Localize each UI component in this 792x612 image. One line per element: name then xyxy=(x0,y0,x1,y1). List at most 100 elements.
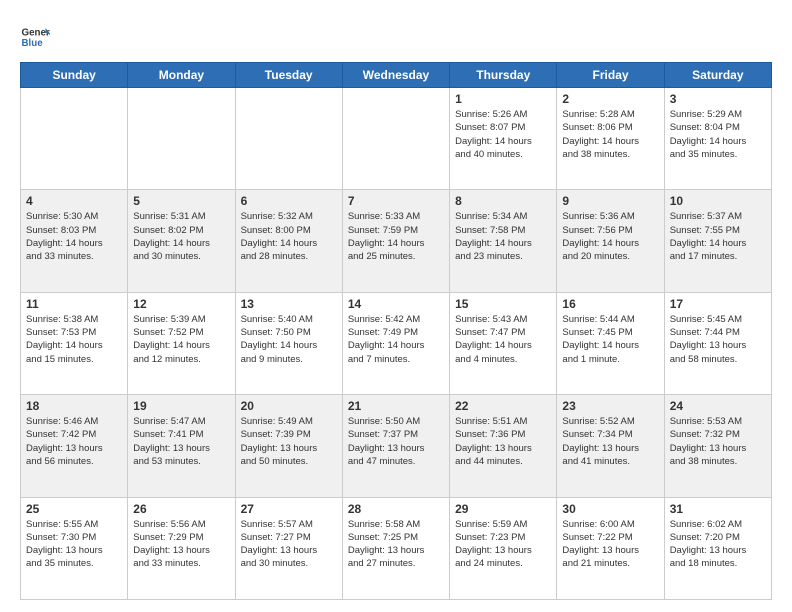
week-row-2: 4 Sunrise: 5:30 AMSunset: 8:03 PMDaylight… xyxy=(21,190,772,292)
day-number: 18 xyxy=(26,399,122,413)
header-row: SundayMondayTuesdayWednesdayThursdayFrid… xyxy=(21,63,772,88)
day-number: 17 xyxy=(670,297,766,311)
day-number: 23 xyxy=(562,399,658,413)
day-cell-2: 2 Sunrise: 5:28 AMSunset: 8:06 PMDaylight… xyxy=(557,88,664,190)
svg-text:Blue: Blue xyxy=(22,38,44,49)
day-number: 24 xyxy=(670,399,766,413)
day-info: Sunrise: 5:53 AMSunset: 7:32 PMDaylight:… xyxy=(670,415,766,468)
day-info: Sunrise: 5:34 AMSunset: 7:58 PMDaylight:… xyxy=(455,210,551,263)
day-info: Sunrise: 6:00 AMSunset: 7:22 PMDaylight:… xyxy=(562,518,658,571)
day-number: 26 xyxy=(133,502,229,516)
day-number: 2 xyxy=(562,92,658,106)
day-cell-27: 27 Sunrise: 5:57 AMSunset: 7:27 PMDayligh… xyxy=(235,497,342,599)
day-cell-14: 14 Sunrise: 5:42 AMSunset: 7:49 PMDayligh… xyxy=(342,292,449,394)
day-info: Sunrise: 5:50 AMSunset: 7:37 PMDaylight:… xyxy=(348,415,444,468)
day-number: 1 xyxy=(455,92,551,106)
day-cell-23: 23 Sunrise: 5:52 AMSunset: 7:34 PMDayligh… xyxy=(557,395,664,497)
day-cell-9: 9 Sunrise: 5:36 AMSunset: 7:56 PMDaylight… xyxy=(557,190,664,292)
day-cell-26: 26 Sunrise: 5:56 AMSunset: 7:29 PMDayligh… xyxy=(128,497,235,599)
empty-cell xyxy=(235,88,342,190)
day-info: Sunrise: 5:43 AMSunset: 7:47 PMDaylight:… xyxy=(455,313,551,366)
day-info: Sunrise: 5:57 AMSunset: 7:27 PMDaylight:… xyxy=(241,518,337,571)
day-number: 21 xyxy=(348,399,444,413)
day-number: 12 xyxy=(133,297,229,311)
day-info: Sunrise: 5:39 AMSunset: 7:52 PMDaylight:… xyxy=(133,313,229,366)
day-header-friday: Friday xyxy=(557,63,664,88)
day-cell-10: 10Sunrise: 5:37 AMSunset: 7:55 PMDayligh… xyxy=(664,190,771,292)
page: General Blue SundayMondayTuesdayWednesda… xyxy=(0,0,792,612)
empty-cell xyxy=(128,88,235,190)
week-row-4: 18 Sunrise: 5:46 AMSunset: 7:42 PMDayligh… xyxy=(21,395,772,497)
day-info: Sunrise: 5:52 AMSunset: 7:34 PMDaylight:… xyxy=(562,415,658,468)
day-cell-8: 8 Sunrise: 5:34 AMSunset: 7:58 PMDaylight… xyxy=(450,190,557,292)
day-cell-21: 21 Sunrise: 5:50 AMSunset: 7:37 PMDayligh… xyxy=(342,395,449,497)
day-number: 6 xyxy=(241,194,337,208)
day-info: Sunrise: 5:51 AMSunset: 7:36 PMDaylight:… xyxy=(455,415,551,468)
day-cell-1: 1 Sunrise: 5:26 AMSunset: 8:07 PMDaylight… xyxy=(450,88,557,190)
day-cell-22: 22 Sunrise: 5:51 AMSunset: 7:36 PMDayligh… xyxy=(450,395,557,497)
day-number: 20 xyxy=(241,399,337,413)
day-cell-5: 5 Sunrise: 5:31 AMSunset: 8:02 PMDaylight… xyxy=(128,190,235,292)
day-info: Sunrise: 5:59 AMSunset: 7:23 PMDaylight:… xyxy=(455,518,551,571)
day-cell-31: 31 Sunrise: 6:02 AMSunset: 7:20 PMDayligh… xyxy=(664,497,771,599)
calendar-table: SundayMondayTuesdayWednesdayThursdayFrid… xyxy=(20,62,772,600)
day-number: 31 xyxy=(670,502,766,516)
day-number: 9 xyxy=(562,194,658,208)
day-number: 7 xyxy=(348,194,444,208)
day-cell-24: 24 Sunrise: 5:53 AMSunset: 7:32 PMDayligh… xyxy=(664,395,771,497)
day-number: 22 xyxy=(455,399,551,413)
day-info: Sunrise: 5:30 AMSunset: 8:03 PMDaylight:… xyxy=(26,210,122,263)
day-cell-17: 17 Sunrise: 5:45 AMSunset: 7:44 PMDayligh… xyxy=(664,292,771,394)
day-number: 4 xyxy=(26,194,122,208)
day-cell-4: 4 Sunrise: 5:30 AMSunset: 8:03 PMDaylight… xyxy=(21,190,128,292)
day-info: Sunrise: 5:32 AMSunset: 8:00 PMDaylight:… xyxy=(241,210,337,263)
day-info: Sunrise: 5:47 AMSunset: 7:41 PMDaylight:… xyxy=(133,415,229,468)
day-info: Sunrise: 5:46 AMSunset: 7:42 PMDaylight:… xyxy=(26,415,122,468)
day-header-monday: Monday xyxy=(128,63,235,88)
day-cell-7: 7Sunrise: 5:33 AMSunset: 7:59 PMDaylight… xyxy=(342,190,449,292)
day-info: Sunrise: 5:29 AMSunset: 8:04 PMDaylight:… xyxy=(670,108,766,161)
day-info: Sunrise: 5:55 AMSunset: 7:30 PMDaylight:… xyxy=(26,518,122,571)
day-header-wednesday: Wednesday xyxy=(342,63,449,88)
day-cell-18: 18 Sunrise: 5:46 AMSunset: 7:42 PMDayligh… xyxy=(21,395,128,497)
day-header-saturday: Saturday xyxy=(664,63,771,88)
week-row-5: 25 Sunrise: 5:55 AMSunset: 7:30 PMDayligh… xyxy=(21,497,772,599)
day-info: Sunrise: 5:26 AMSunset: 8:07 PMDaylight:… xyxy=(455,108,551,161)
day-info: Sunrise: 5:42 AMSunset: 7:49 PMDaylight:… xyxy=(348,313,444,366)
day-info: Sunrise: 5:58 AMSunset: 7:25 PMDaylight:… xyxy=(348,518,444,571)
day-number: 30 xyxy=(562,502,658,516)
day-cell-19: 19 Sunrise: 5:47 AMSunset: 7:41 PMDayligh… xyxy=(128,395,235,497)
day-number: 25 xyxy=(26,502,122,516)
day-cell-20: 20 Sunrise: 5:49 AMSunset: 7:39 PMDayligh… xyxy=(235,395,342,497)
day-cell-28: 28 Sunrise: 5:58 AMSunset: 7:25 PMDayligh… xyxy=(342,497,449,599)
day-number: 19 xyxy=(133,399,229,413)
day-number: 14 xyxy=(348,297,444,311)
day-cell-25: 25 Sunrise: 5:55 AMSunset: 7:30 PMDayligh… xyxy=(21,497,128,599)
day-cell-12: 12 Sunrise: 5:39 AMSunset: 7:52 PMDayligh… xyxy=(128,292,235,394)
day-info: Sunrise: 5:45 AMSunset: 7:44 PMDaylight:… xyxy=(670,313,766,366)
day-info: Sunrise: 6:02 AMSunset: 7:20 PMDaylight:… xyxy=(670,518,766,571)
day-number: 16 xyxy=(562,297,658,311)
day-number: 15 xyxy=(455,297,551,311)
day-cell-30: 30 Sunrise: 6:00 AMSunset: 7:22 PMDayligh… xyxy=(557,497,664,599)
day-info: Sunrise: 5:49 AMSunset: 7:39 PMDaylight:… xyxy=(241,415,337,468)
day-number: 28 xyxy=(348,502,444,516)
day-info: Sunrise: 5:56 AMSunset: 7:29 PMDaylight:… xyxy=(133,518,229,571)
day-cell-15: 15 Sunrise: 5:43 AMSunset: 7:47 PMDayligh… xyxy=(450,292,557,394)
empty-cell xyxy=(342,88,449,190)
day-cell-6: 6 Sunrise: 5:32 AMSunset: 8:00 PMDaylight… xyxy=(235,190,342,292)
day-info: Sunrise: 5:28 AMSunset: 8:06 PMDaylight:… xyxy=(562,108,658,161)
day-info: Sunrise: 5:44 AMSunset: 7:45 PMDaylight:… xyxy=(562,313,658,366)
day-number: 8 xyxy=(455,194,551,208)
week-row-3: 11 Sunrise: 5:38 AMSunset: 7:53 PMDayligh… xyxy=(21,292,772,394)
day-cell-11: 11 Sunrise: 5:38 AMSunset: 7:53 PMDayligh… xyxy=(21,292,128,394)
day-number: 10 xyxy=(670,194,766,208)
day-number: 27 xyxy=(241,502,337,516)
day-number: 11 xyxy=(26,297,122,311)
empty-cell xyxy=(21,88,128,190)
day-number: 3 xyxy=(670,92,766,106)
day-info: Sunrise: 5:38 AMSunset: 7:53 PMDaylight:… xyxy=(26,313,122,366)
day-info: Sunrise: 5:31 AMSunset: 8:02 PMDaylight:… xyxy=(133,210,229,263)
day-info: Sunrise: 5:36 AMSunset: 7:56 PMDaylight:… xyxy=(562,210,658,263)
day-number: 5 xyxy=(133,194,229,208)
